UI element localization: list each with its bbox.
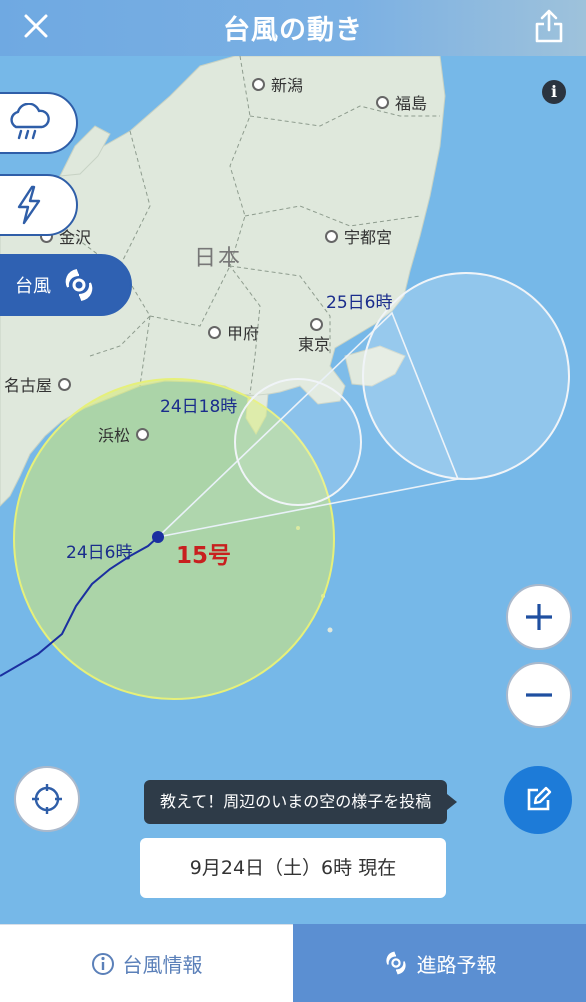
city-tokyo: 東京: [298, 318, 330, 355]
zoom-in-button[interactable]: [506, 584, 572, 650]
city-label: 浜松: [98, 426, 131, 445]
city-marker: [325, 229, 338, 243]
crosshair-icon: [32, 784, 62, 814]
city-marker: [252, 77, 265, 91]
info-circle-icon: [91, 952, 114, 975]
city-marker: [58, 377, 72, 391]
share-icon[interactable]: [534, 8, 564, 44]
island: [327, 627, 333, 633]
city-utsunomiya: 宇都宮: [325, 224, 392, 248]
zoom-out-button[interactable]: [506, 662, 572, 728]
city-label: 新潟: [271, 76, 304, 95]
header-bar: 台風の動き: [0, 0, 586, 56]
city-niigata: 新潟: [252, 72, 303, 96]
tab-track-forecast[interactable]: 進路予報: [293, 924, 586, 1002]
minus-icon: [526, 693, 552, 697]
typhoon-center-marker: [152, 531, 164, 543]
page-title: 台風の動き: [223, 15, 363, 46]
city-kofu: 甲府: [208, 320, 259, 344]
city-marker: [208, 325, 221, 339]
city-fukushima: 福島: [376, 90, 427, 114]
city-label: 福島: [395, 94, 428, 113]
typhoon-number-label: 15号: [176, 543, 232, 569]
layer-typhoon-button[interactable]: 台風: [0, 254, 132, 316]
city-label: 東京: [298, 335, 331, 354]
locate-button[interactable]: [14, 766, 80, 832]
city-marker: [310, 318, 323, 331]
city-label: 名古屋: [4, 376, 53, 395]
forecast-time-label: 24日6時: [66, 543, 133, 563]
layer-typhoon-label: 台風: [15, 276, 51, 297]
forecast-circle-24-18: [234, 378, 362, 506]
forecast-circle-25-6: [362, 272, 570, 480]
rain-cloud-icon: [10, 103, 50, 140]
city-hamamatsu: 浜松: [98, 422, 150, 446]
city-label: 甲府: [227, 324, 260, 343]
layer-rain-button[interactable]: [0, 92, 78, 154]
post-prompt-tooltip[interactable]: 教えて！周辺のいまの空の様子を投稿: [144, 780, 458, 824]
post-button[interactable]: [504, 766, 572, 834]
country-label: 日本: [194, 246, 243, 271]
info-icon[interactable]: i: [542, 80, 566, 104]
lightning-icon: [17, 185, 41, 225]
timestamp-display: 9月24日（土）6時 現在: [140, 838, 446, 898]
layer-lightning-button[interactable]: [0, 174, 78, 236]
bottom-tab-bar: 台風情報 進路予報: [0, 924, 586, 1002]
tab-label: 台風情報: [122, 953, 203, 977]
typhoon-map[interactable]: i 新潟 福島 金沢 宇都宮 甲府 東京 名古屋 浜松 日本 24日6時 24日…: [0, 56, 586, 924]
tab-label: 進路予報: [416, 952, 497, 977]
forecast-time-label: 24日18時: [160, 397, 238, 417]
city-nagoya: 名古屋: [4, 372, 72, 396]
forecast-time-label: 25日6時: [326, 293, 393, 313]
city-label: 宇都宮: [344, 228, 393, 247]
city-marker: [376, 95, 389, 109]
edit-icon: [527, 786, 552, 811]
plus-icon: [526, 604, 552, 630]
tab-typhoon-info[interactable]: 台風情報: [0, 924, 293, 1002]
typhoon-icon: [65, 269, 93, 301]
typhoon-icon: [385, 951, 406, 975]
city-marker: [136, 427, 150, 441]
